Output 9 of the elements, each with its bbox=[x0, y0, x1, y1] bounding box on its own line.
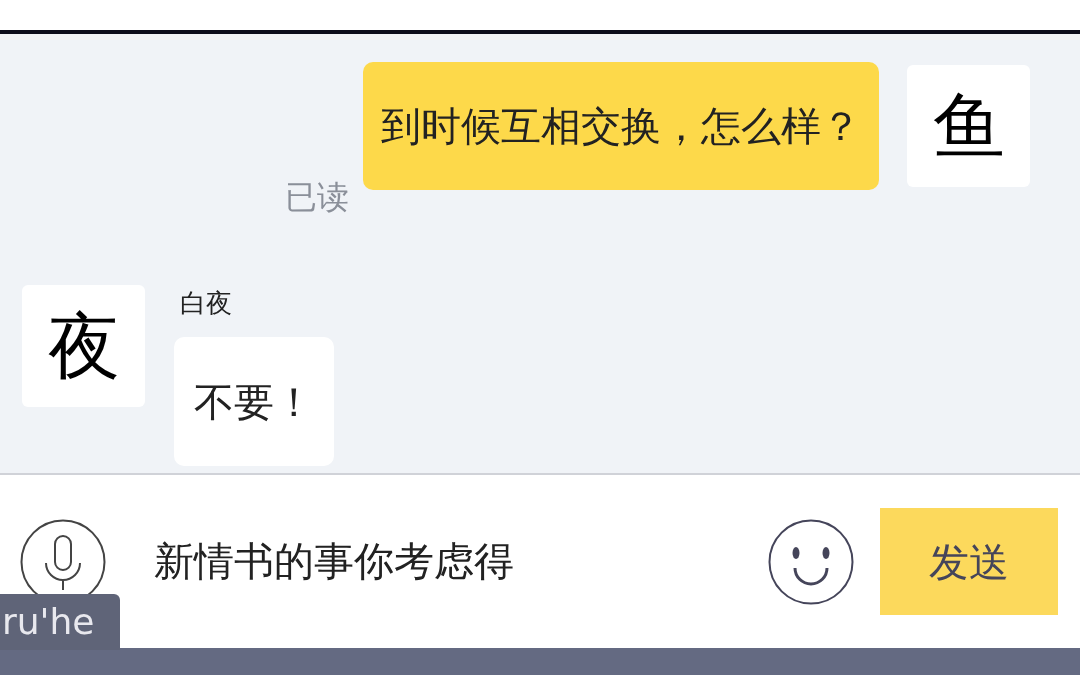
sender-name: 白夜 bbox=[180, 287, 232, 320]
message-bubble: 不要！ bbox=[174, 337, 334, 466]
read-status: 已读 bbox=[285, 177, 349, 217]
message-bubble: 到时候互相交换，怎么样？ bbox=[363, 62, 879, 190]
avatar[interactable]: 鱼 bbox=[907, 65, 1030, 187]
avatar[interactable]: 夜 bbox=[22, 285, 145, 407]
ime-composition-popup: ru'he bbox=[0, 594, 120, 650]
emoji-icon[interactable] bbox=[768, 518, 854, 605]
send-button[interactable]: 发送 bbox=[880, 508, 1058, 615]
